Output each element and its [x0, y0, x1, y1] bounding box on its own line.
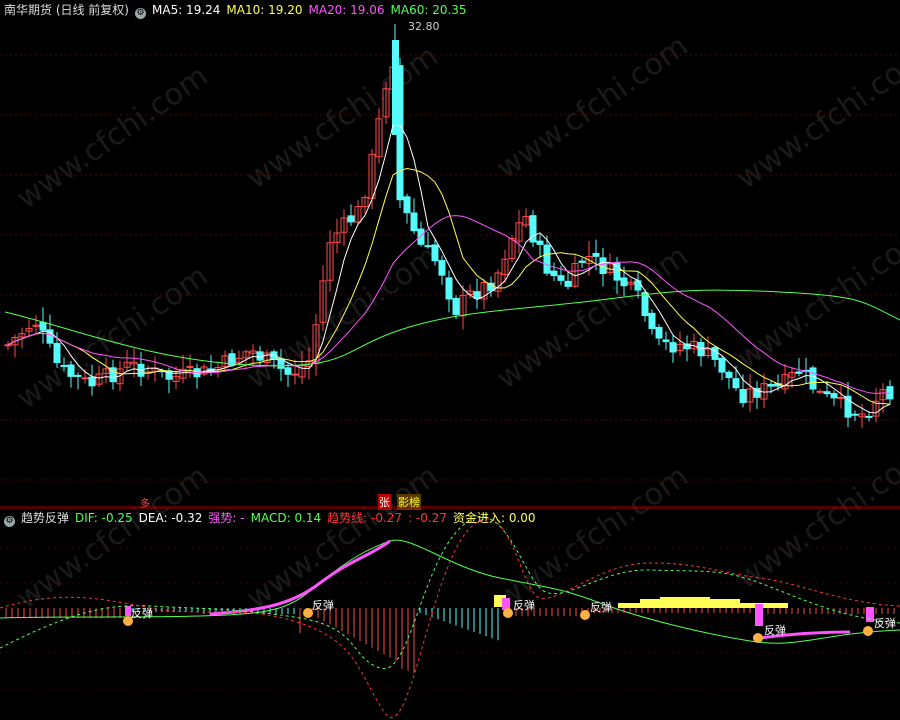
peak-price-label: 32.80 — [408, 20, 440, 33]
candle-body — [39, 321, 47, 331]
candle-body — [669, 342, 677, 353]
price-chart-panel[interactable]: 南华期货 (日线 前复权) ⚙ MA5: 19.24 MA10: 19.20 MA20:… — [0, 0, 900, 510]
candle-body — [424, 245, 432, 248]
rebound-label: 反弹 — [312, 599, 334, 612]
candle-body — [284, 367, 292, 375]
candle-body — [60, 364, 68, 367]
candle-body — [53, 342, 61, 364]
candle-body — [291, 373, 299, 376]
strong-bar — [755, 604, 763, 626]
gear-icon[interactable]: ⚙ — [135, 8, 146, 19]
indicator-panel[interactable]: ⚙ 趋势反弹 DIF: -0.25 DEA: -0.32 强势: - MACD: 0.14… — [0, 508, 900, 720]
candle-body — [564, 280, 572, 287]
candle-body — [641, 292, 649, 317]
candle-body — [732, 378, 740, 389]
candle-body — [830, 393, 838, 399]
ma5-label: MA5: 19.24 — [152, 3, 221, 17]
candle-body — [417, 228, 425, 245]
candle-body — [543, 244, 551, 274]
trend2-label: : -0.27 — [408, 511, 447, 525]
candle-body — [410, 212, 418, 232]
candle-body — [473, 291, 481, 299]
candle-body — [767, 383, 775, 387]
candle-body — [81, 377, 89, 380]
candle-body — [816, 390, 824, 393]
dea-line — [0, 516, 900, 669]
main-header: 南华期货 (日线 前复权) ⚙ MA5: 19.24 MA10: 19.20 MA20:… — [4, 2, 473, 19]
rebound-label: 反弹 — [513, 599, 535, 612]
hand-icon — [753, 633, 763, 643]
ma5-line — [7, 124, 891, 414]
candle-body — [851, 413, 859, 416]
candle-body — [823, 391, 831, 395]
candle-body — [445, 277, 453, 300]
dif-label: DIF: -0.25 — [75, 511, 133, 525]
candle-body — [655, 326, 663, 339]
candle-body — [438, 260, 446, 276]
strong-line — [209, 539, 391, 616]
candle-body — [795, 371, 803, 374]
candle-body — [711, 347, 719, 360]
candle-body — [662, 339, 670, 343]
hand-icon — [580, 610, 590, 620]
candle-body — [4, 344, 12, 347]
ma10-label: MA10: 19.20 — [226, 3, 303, 17]
candle-body — [550, 270, 558, 277]
candlestick-chart[interactable] — [0, 0, 900, 508]
candle-body — [392, 40, 399, 135]
qiang-label: 强势: - — [208, 511, 245, 525]
candle-body — [599, 257, 607, 275]
candle-body — [739, 389, 747, 404]
candle-body — [67, 364, 75, 377]
candle-body — [648, 312, 656, 329]
candle-body — [256, 351, 264, 361]
dea-label: DEA: -0.32 — [138, 511, 203, 525]
candle-body — [725, 371, 733, 378]
candle-body — [697, 342, 705, 357]
candle-body — [186, 365, 194, 368]
gear-icon[interactable]: ⚙ — [4, 516, 15, 527]
candle-body — [347, 215, 355, 223]
indicator-header: ⚙ 趋势反弹 DIF: -0.25 DEA: -0.32 强势: - MACD: 0.14… — [4, 510, 542, 527]
rebound-label: 反弹 — [764, 624, 786, 637]
ma60-label: MA60: 20.35 — [390, 3, 467, 17]
hand-icon — [503, 608, 513, 618]
fund-label: 资金进入: 0.00 — [452, 511, 536, 525]
strong-bar — [866, 607, 874, 622]
candle-body — [536, 240, 544, 245]
hand-icon — [863, 626, 873, 636]
rebound-label: 反弹 — [131, 607, 153, 620]
candle-body — [403, 196, 411, 214]
candle-body — [452, 297, 460, 315]
candle-body — [431, 244, 439, 262]
candle-body — [886, 386, 894, 400]
candle-body — [557, 275, 565, 281]
candle-body — [718, 357, 726, 373]
trend-label: 趋势线: -0.27 — [327, 511, 403, 525]
ma20-label: MA20: 19.06 — [308, 3, 385, 17]
rebound-label: 反弹 — [874, 617, 896, 630]
candle-body — [592, 252, 600, 257]
fund-bar — [660, 597, 710, 600]
candle-body — [578, 260, 586, 263]
main-title: 南华期货 (日线 前复权) — [4, 3, 129, 17]
candle-body — [74, 374, 82, 377]
rebound-label: 反弹 — [590, 601, 612, 614]
candle-body — [88, 376, 96, 387]
candle-body — [620, 277, 628, 287]
candle-body — [634, 280, 642, 291]
candle-body — [865, 415, 873, 418]
candle-body — [837, 396, 845, 399]
macd-label: MACD: 0.14 — [250, 511, 322, 525]
candle-body — [809, 367, 817, 390]
indicator-title: 趋势反弹 — [21, 511, 70, 525]
